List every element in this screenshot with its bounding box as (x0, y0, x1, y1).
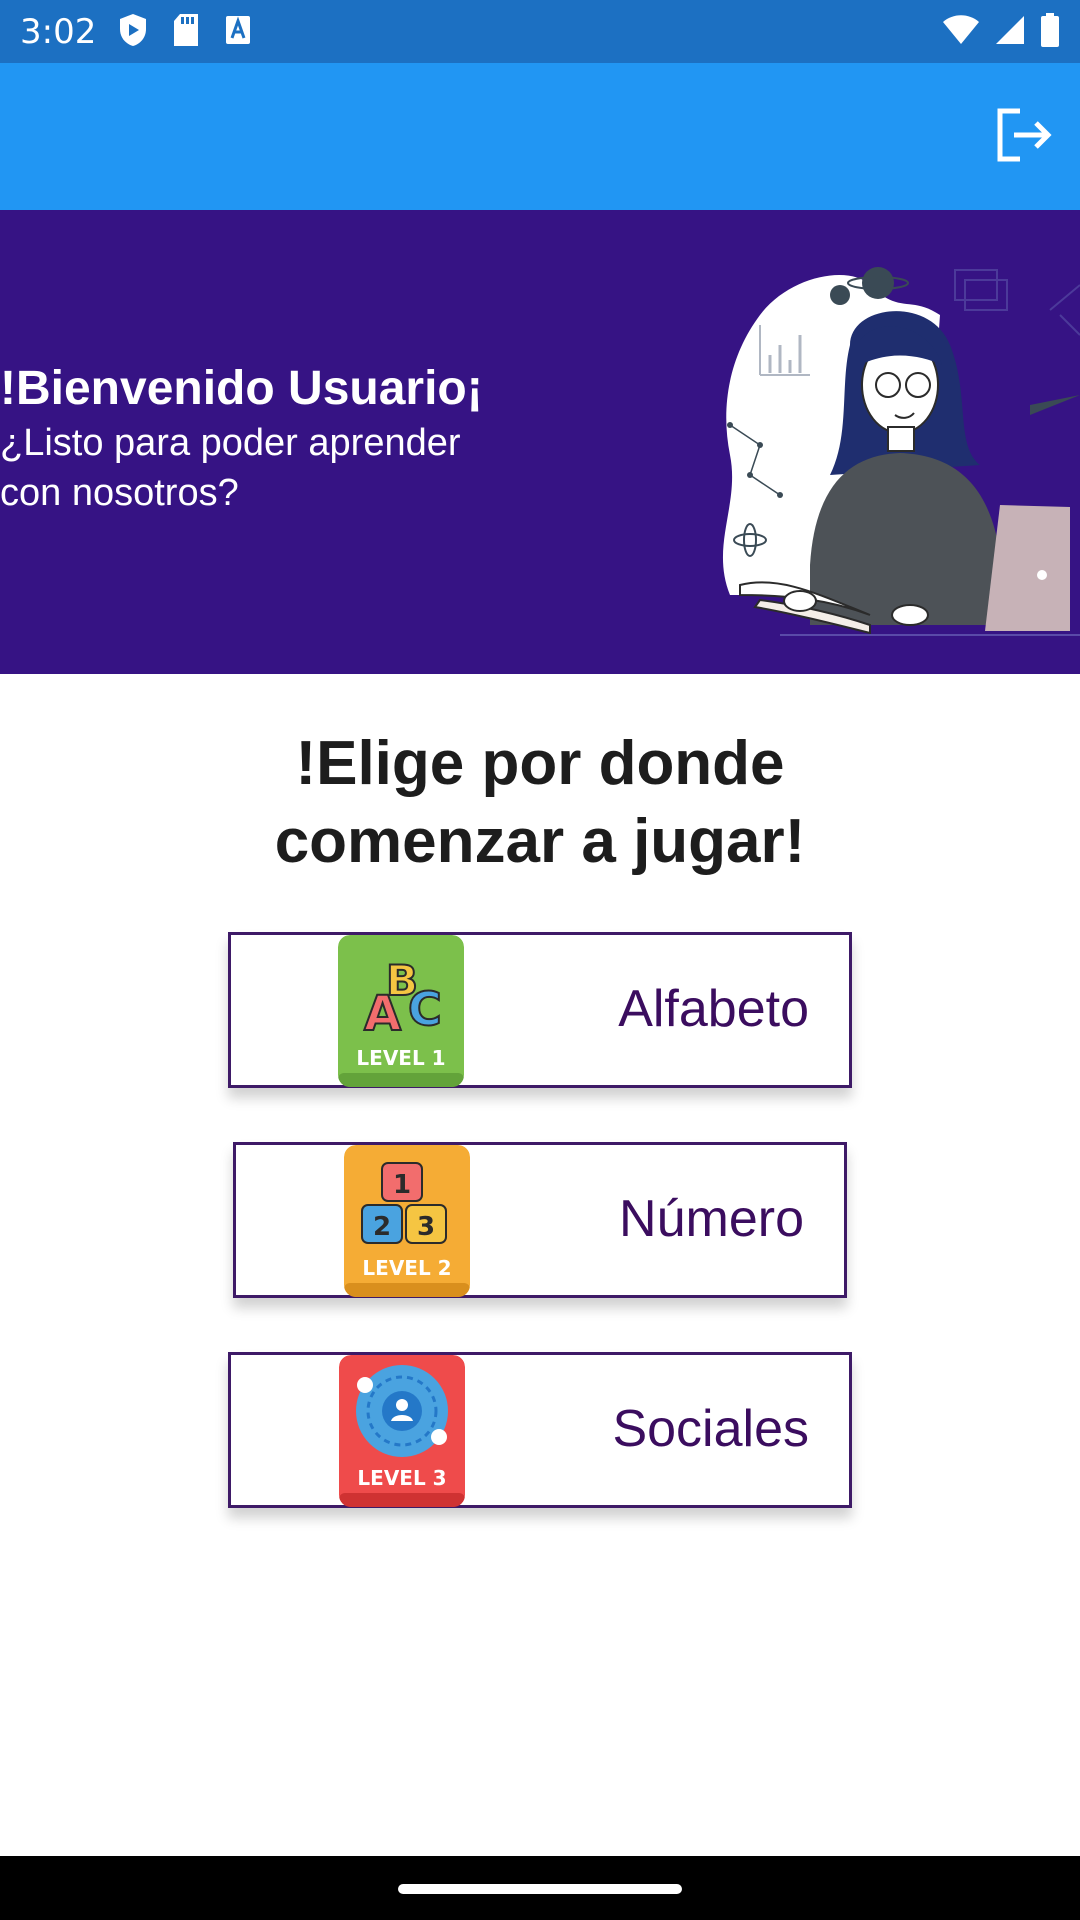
system-nav-bar (0, 1856, 1080, 1920)
banner-subtitle: ¿Listo para poder aprender con nosotros? (0, 422, 461, 514)
student-reading-illustration (700, 255, 1080, 674)
app-bar (0, 63, 1080, 210)
battery-icon (1040, 12, 1060, 48)
sd-card-icon (172, 12, 200, 48)
level-card-numero[interactable]: 1 2 3 LEVEL 2 Número (233, 1142, 847, 1298)
logout-button[interactable] (988, 101, 1060, 173)
status-bar: 3:02 (0, 0, 1080, 63)
number-blocks-icon: 1 2 3 LEVEL 2 (344, 1145, 470, 1297)
home-gesture-handle[interactable] (398, 1884, 682, 1894)
level-badge-3: LEVEL 3 (357, 1466, 446, 1490)
status-icons-right (942, 12, 1060, 48)
level-card-alfabeto[interactable]: A B C LEVEL 1 Alfabeto (228, 932, 852, 1088)
banner-text: !Bienvenido Usuario¡ ¿Listo para poder a… (0, 360, 520, 518)
text-a-icon (224, 12, 252, 48)
page-heading: !Elige por donde comenzar a jugar! (0, 725, 1080, 881)
signal-icon (994, 14, 1026, 46)
heading-line-2: comenzar a jugar! (274, 807, 806, 876)
logout-icon (994, 107, 1054, 168)
level-card-sociales[interactable]: LEVEL 3 Sociales (228, 1352, 852, 1508)
level-label-numero: Número (619, 1190, 804, 1248)
svg-text:C: C (408, 982, 442, 1036)
wifi-icon (942, 14, 980, 46)
welcome-banner: !Bienvenido Usuario¡ ¿Listo para poder a… (0, 210, 1080, 674)
svg-text:3: 3 (417, 1212, 435, 1242)
svg-text:1: 1 (393, 1170, 411, 1200)
level-label-sociales: Sociales (612, 1400, 809, 1458)
level-badge-2: LEVEL 2 (362, 1256, 451, 1280)
svg-text:2: 2 (373, 1212, 391, 1242)
social-network-icon: LEVEL 3 (339, 1355, 465, 1507)
abc-blocks-icon: A B C LEVEL 1 (338, 935, 464, 1087)
level-label-alfabeto: Alfabeto (618, 980, 809, 1038)
status-icons-left (118, 12, 252, 48)
heading-line-1: !Elige por donde (295, 729, 785, 798)
play-protect-icon (118, 12, 148, 48)
level-badge-1: LEVEL 1 (356, 1046, 445, 1070)
banner-title: !Bienvenido Usuario¡ (0, 362, 483, 415)
status-time: 3:02 (20, 12, 97, 52)
